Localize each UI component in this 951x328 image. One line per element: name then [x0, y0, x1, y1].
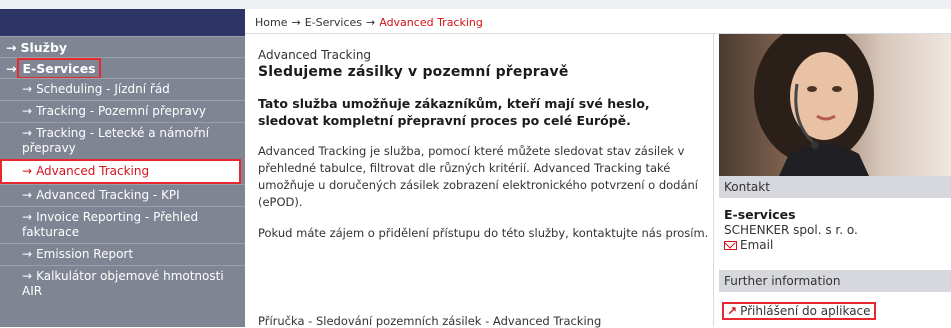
- arrow-right-icon: →: [22, 247, 33, 261]
- description-text: Advanced Tracking je služba, pomocí kter…: [258, 144, 698, 209]
- sidebar-item-e-services[interactable]: → E-Services: [0, 57, 245, 79]
- sidebar-item-invoice-reporting[interactable]: → Invoice Reporting - Přehled fakturace: [0, 206, 245, 243]
- arrow-right-icon: →: [6, 40, 17, 55]
- app-login-link[interactable]: ↗ Přihlášení do aplikace: [722, 302, 876, 320]
- manual-link[interactable]: Příručka - Sledování pozemních zásilek -…: [258, 314, 601, 328]
- sidebar-item-advanced-tracking[interactable]: → Advanced Tracking: [0, 159, 241, 184]
- contact-name: E-services: [724, 207, 796, 222]
- sidebar-item-kalkulator[interactable]: → Kalkulátor objemové hmotnosti AIR: [0, 265, 245, 302]
- contact-heading: Kontakt: [719, 176, 951, 198]
- arrow-right-icon: →: [22, 104, 33, 118]
- lead-text: Tato služba umožňuje zákazníkům, kteří m…: [258, 96, 650, 128]
- further-info-heading: Further information: [719, 270, 951, 292]
- sidebar-item-tracking-letecke[interactable]: → Tracking - Letecké a námořní přepravy: [0, 122, 245, 159]
- external-link-icon: ↗: [727, 304, 738, 318]
- email-link[interactable]: Email: [740, 238, 773, 252]
- breadcrumb-e-services[interactable]: E-Services: [305, 16, 362, 29]
- arrow-right-icon: →: [22, 164, 33, 178]
- breadcrumb: Home → E-Services → Advanced Tracking: [255, 16, 483, 29]
- contact-block: E-services SCHENKER spol. s r. o. Email: [724, 207, 858, 253]
- arrow-right-icon: →: [22, 269, 33, 283]
- arrow-right-icon: →: [291, 16, 301, 29]
- top-strip: [0, 0, 951, 9]
- page-eyebrow: Advanced Tracking: [258, 48, 372, 62]
- arrow-right-icon: →: [22, 82, 33, 96]
- arrow-right-icon: →: [366, 16, 376, 29]
- sidebar-item-emission-report[interactable]: → Emission Report: [0, 243, 245, 265]
- arrow-right-icon: →: [22, 188, 33, 202]
- page-title: Sledujeme zásilky v pozemní přepravě: [258, 64, 569, 80]
- sidebar: → Služby → E-Services → Scheduling - Jízdní…: [0, 9, 245, 327]
- operator-photo: [719, 34, 951, 176]
- right-column: Kontakt E-services SCHENKER spol. s r. o…: [713, 34, 951, 327]
- photo-illustration: [754, 34, 874, 176]
- main-content: Advanced Tracking Sledujeme zásilky v po…: [258, 48, 713, 242]
- sidebar-item-sluzby[interactable]: → Služby: [0, 36, 245, 57]
- arrow-right-icon: →: [22, 210, 33, 224]
- breadcrumb-home[interactable]: Home: [255, 16, 287, 29]
- arrow-right-icon: →: [22, 126, 33, 140]
- sidebar-header: [0, 9, 245, 36]
- contact-company: SCHENKER spol. s r. o.: [724, 223, 858, 237]
- sidebar-item-scheduling[interactable]: → Scheduling - Jízdní řád: [0, 78, 245, 100]
- sidebar-item-tracking-pozemni[interactable]: → Tracking - Pozemní přepravy: [0, 100, 245, 122]
- sidebar-item-advanced-tracking-kpi[interactable]: → Advanced Tracking - KPI: [0, 184, 245, 206]
- contact-request-text: Pokud máte zájem o přidělení přístupu do…: [258, 226, 709, 240]
- mail-icon: [724, 241, 737, 250]
- breadcrumb-current: Advanced Tracking: [379, 16, 483, 29]
- arrow-right-icon: →: [6, 61, 17, 76]
